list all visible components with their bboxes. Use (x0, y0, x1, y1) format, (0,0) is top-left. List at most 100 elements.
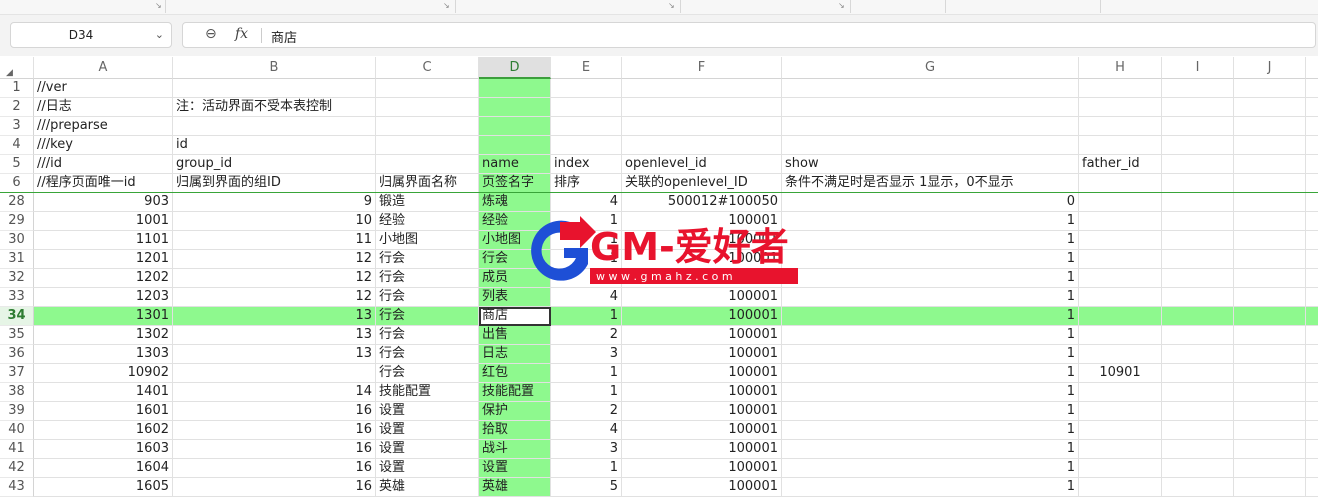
cell-d41[interactable]: 战斗 (479, 440, 551, 459)
cell-a6[interactable]: //程序页面唯一id (34, 174, 173, 193)
cell-b36[interactable]: 13 (173, 345, 376, 364)
cell-c1[interactable] (376, 79, 479, 98)
cell-h43[interactable] (1079, 478, 1162, 497)
cell-j40[interactable] (1234, 421, 1306, 440)
cell-h33[interactable] (1079, 288, 1162, 307)
cell-e38[interactable]: 1 (551, 383, 622, 402)
row-header-40[interactable]: 40 (0, 421, 34, 440)
cell-b31[interactable]: 12 (173, 250, 376, 269)
zoom-icon[interactable]: ⊖ (205, 26, 217, 42)
cell-c5[interactable] (376, 155, 479, 174)
cell-i1[interactable] (1162, 79, 1234, 98)
cell-c33[interactable]: 行会 (376, 288, 479, 307)
cell-h38[interactable] (1079, 383, 1162, 402)
column-header-d[interactable]: D (479, 57, 551, 79)
cell-j35[interactable] (1234, 326, 1306, 345)
cell-i34[interactable] (1162, 307, 1234, 326)
cell-h40[interactable] (1079, 421, 1162, 440)
cell-d43[interactable]: 英雄 (479, 478, 551, 497)
cell-b28[interactable]: 9 (173, 193, 376, 212)
cell-g3[interactable] (782, 117, 1079, 136)
cell-f39[interactable]: 100001 (622, 402, 782, 421)
cell-k35[interactable] (1306, 326, 1318, 345)
cell-e4[interactable] (551, 136, 622, 155)
cell-d40[interactable]: 拾取 (479, 421, 551, 440)
cell-a36[interactable]: 1303 (34, 345, 173, 364)
row-header-42[interactable]: 42 (0, 459, 34, 478)
dialog-launcher-icon[interactable]: ↘ (443, 1, 450, 10)
cell-a37[interactable]: 10902 (34, 364, 173, 383)
cell-h28[interactable] (1079, 193, 1162, 212)
cell-a42[interactable]: 1604 (34, 459, 173, 478)
cell-k39[interactable] (1306, 402, 1318, 421)
cell-c41[interactable]: 设置 (376, 440, 479, 459)
cell-k40[interactable] (1306, 421, 1318, 440)
cell-f36[interactable]: 100001 (622, 345, 782, 364)
cell-a34[interactable]: 1301 (34, 307, 173, 326)
cell-b38[interactable]: 14 (173, 383, 376, 402)
cell-a4[interactable]: ///key (34, 136, 173, 155)
cell-a5[interactable]: ///id (34, 155, 173, 174)
cell-b35[interactable]: 13 (173, 326, 376, 345)
cell-b39[interactable]: 16 (173, 402, 376, 421)
cell-a39[interactable]: 1601 (34, 402, 173, 421)
cell-g32[interactable]: 1 (782, 269, 1079, 288)
row-header-34[interactable]: 34 (0, 307, 34, 326)
cell-d5[interactable]: name (479, 155, 551, 174)
cell-h3[interactable] (1079, 117, 1162, 136)
cell-g34[interactable]: 1 (782, 307, 1079, 326)
cell-h30[interactable] (1079, 231, 1162, 250)
cell-c43[interactable]: 英雄 (376, 478, 479, 497)
row-header-32[interactable]: 32 (0, 269, 34, 288)
cell-j37[interactable] (1234, 364, 1306, 383)
column-header-a[interactable]: A (34, 57, 173, 79)
cell-a29[interactable]: 1001 (34, 212, 173, 231)
cell-c2[interactable] (376, 98, 479, 117)
row-header-36[interactable]: 36 (0, 345, 34, 364)
cell-f5[interactable]: openlevel_id (622, 155, 782, 174)
cell-e40[interactable]: 4 (551, 421, 622, 440)
cell-c30[interactable]: 小地图 (376, 231, 479, 250)
cell-f28[interactable]: 500012#100050 (622, 193, 782, 212)
cell-h35[interactable] (1079, 326, 1162, 345)
cell-k41[interactable] (1306, 440, 1318, 459)
cell-j4[interactable] (1234, 136, 1306, 155)
cell-i30[interactable] (1162, 231, 1234, 250)
cell-i2[interactable] (1162, 98, 1234, 117)
row-header-30[interactable]: 30 (0, 231, 34, 250)
row-header-31[interactable]: 31 (0, 250, 34, 269)
cell-j39[interactable] (1234, 402, 1306, 421)
cell-g37[interactable]: 1 (782, 364, 1079, 383)
cell-d38[interactable]: 技能配置 (479, 383, 551, 402)
row-header-38[interactable]: 38 (0, 383, 34, 402)
cell-b3[interactable] (173, 117, 376, 136)
cell-k42[interactable] (1306, 459, 1318, 478)
cell-a3[interactable]: ///preparse (34, 117, 173, 136)
cell-j30[interactable] (1234, 231, 1306, 250)
cell-g30[interactable]: 1 (782, 231, 1079, 250)
cell-c35[interactable]: 行会 (376, 326, 479, 345)
cell-a38[interactable]: 1401 (34, 383, 173, 402)
cell-f3[interactable] (622, 117, 782, 136)
cell-e39[interactable]: 2 (551, 402, 622, 421)
cell-h39[interactable] (1079, 402, 1162, 421)
cell-j2[interactable] (1234, 98, 1306, 117)
cell-j36[interactable] (1234, 345, 1306, 364)
cell-g38[interactable]: 1 (782, 383, 1079, 402)
cell-j3[interactable] (1234, 117, 1306, 136)
cell-c37[interactable]: 行会 (376, 364, 479, 383)
cell-h34[interactable] (1079, 307, 1162, 326)
cell-k36[interactable] (1306, 345, 1318, 364)
cell-f43[interactable]: 100001 (622, 478, 782, 497)
cell-b1[interactable] (173, 79, 376, 98)
cell-h6[interactable] (1079, 174, 1162, 193)
cell-a43[interactable]: 1605 (34, 478, 173, 497)
cell-j38[interactable] (1234, 383, 1306, 402)
cell-i4[interactable] (1162, 136, 1234, 155)
cell-e2[interactable] (551, 98, 622, 117)
cell-b40[interactable]: 16 (173, 421, 376, 440)
cell-j28[interactable] (1234, 193, 1306, 212)
cell-e5[interactable]: index (551, 155, 622, 174)
cell-k33[interactable] (1306, 288, 1318, 307)
cell-i42[interactable] (1162, 459, 1234, 478)
